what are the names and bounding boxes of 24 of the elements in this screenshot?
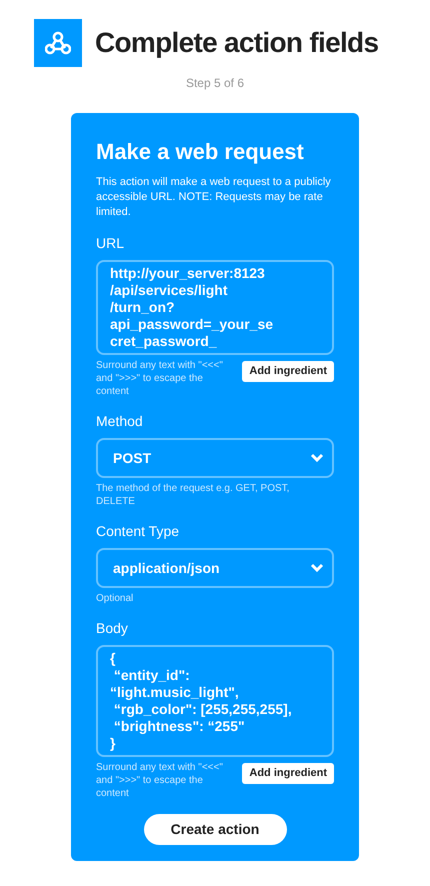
field-hint: The method of the request e.g. GET, POST, DELETE bbox=[96, 482, 290, 508]
add-ingredient-button[interactable]: Add ingredient bbox=[242, 361, 334, 382]
field-label: URL bbox=[96, 234, 126, 253]
chevron-down-icon bbox=[310, 453, 324, 463]
selected-value: application/json bbox=[113, 558, 220, 578]
selected-value: POST bbox=[113, 448, 152, 468]
dropdown-field[interactable]: application/json bbox=[96, 548, 334, 588]
field-label: Content Type bbox=[96, 522, 180, 541]
field-hint: Optional bbox=[96, 592, 134, 605]
card-title: Make a web request bbox=[96, 138, 305, 166]
field-hint: Surround any text with "<<<" and ">>>" to escape the content bbox=[96, 761, 224, 800]
field-hint: Surround any text with "<<<" and ">>>" to escape the content bbox=[96, 359, 224, 398]
add-ingredient-button[interactable]: Add ingredient bbox=[242, 763, 334, 784]
chevron-down-icon bbox=[310, 563, 324, 573]
field-label: Method bbox=[96, 412, 144, 431]
text-input-field[interactable]: { “entity_id": “light.music_light", “rgb_color": [255,255,255], “brightness": “255" } bbox=[96, 645, 334, 757]
action-description: This action will make a web request to a publicly accessible URL. NOTE: Requests may be rate limited. bbox=[96, 175, 332, 220]
page-title: Complete action fields bbox=[95, 26, 378, 60]
text-input-field[interactable]: http://your_server:8123 /api/services/light /turn_on?api_password=_your_se cret_password_ bbox=[96, 260, 334, 355]
webhook-icon bbox=[45, 31, 71, 55]
step-indicator: Step 5 of 6 bbox=[184, 75, 246, 92]
dropdown-field[interactable]: POST bbox=[96, 438, 334, 478]
field-label: Body bbox=[96, 619, 129, 638]
create-action-button[interactable]: Create action bbox=[144, 814, 286, 845]
